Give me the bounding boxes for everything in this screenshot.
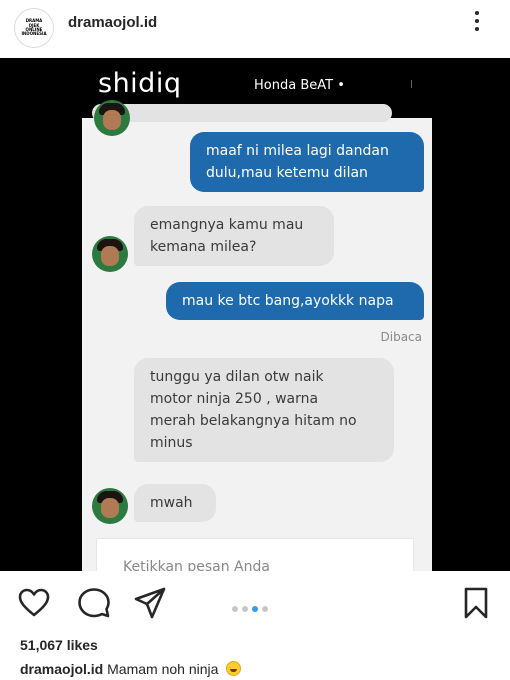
heart-icon[interactable]	[18, 587, 50, 619]
carousel-dot-active	[252, 606, 258, 612]
post-image[interactable]: shidiq Honda BeAT • maaf ni milea lagi d…	[0, 58, 510, 571]
cut-off-message	[92, 104, 392, 122]
read-status: Dibaca	[380, 330, 423, 344]
carousel-dot	[242, 606, 248, 612]
driver-avatar	[94, 100, 130, 136]
more-vertical-icon[interactable]	[470, 11, 484, 37]
comment-icon[interactable]	[78, 587, 110, 619]
divider	[411, 80, 412, 88]
message-outgoing: maaf ni milea lagi dandan dulu,mau ketem…	[190, 132, 424, 192]
brand-logo: DRAMA OJEK ONLINE INDONESIA	[21, 18, 47, 37]
action-bar	[0, 571, 510, 631]
caption: dramaojol.id Mamam noh ninja	[20, 661, 242, 677]
chat-screenshot: shidiq Honda BeAT • maaf ni milea lagi d…	[82, 58, 432, 571]
message-incoming: emangnya kamu mau kemana milea?	[134, 206, 334, 266]
carousel-indicator	[232, 599, 272, 612]
grinning-sweat-emoji	[226, 661, 242, 676]
chat-area: maaf ni milea lagi dandan dulu,mau ketem…	[82, 100, 432, 571]
input-placeholder: Ketikkan pesan Anda	[123, 559, 270, 571]
likes-count[interactable]: 51,067 likes	[20, 637, 98, 653]
driver-name: shidiq	[98, 68, 182, 99]
send-icon[interactable]	[134, 587, 166, 619]
caption-text: Mamam noh ninja	[107, 661, 219, 677]
carousel-dot	[262, 606, 268, 612]
caption-username[interactable]: dramaojol.id	[20, 661, 103, 677]
driver-avatar	[92, 488, 128, 524]
username[interactable]: dramaojol.id	[68, 14, 157, 31]
message-incoming: tunggu ya dilan otw naik motor ninja 250…	[134, 358, 394, 462]
message-input: Ketikkan pesan Anda	[96, 538, 414, 571]
driver-avatar	[92, 236, 128, 272]
vehicle-label: Honda BeAT •	[254, 78, 345, 93]
bookmark-icon[interactable]	[460, 587, 492, 619]
message-incoming: mwah	[134, 484, 216, 522]
post-header: DRAMA OJEK ONLINE INDONESIA dramaojol.id	[0, 0, 510, 58]
carousel-dot	[232, 606, 238, 612]
avatar[interactable]: DRAMA OJEK ONLINE INDONESIA	[14, 8, 54, 48]
message-outgoing: mau ke btc bang,ayokkk napa	[166, 282, 424, 320]
